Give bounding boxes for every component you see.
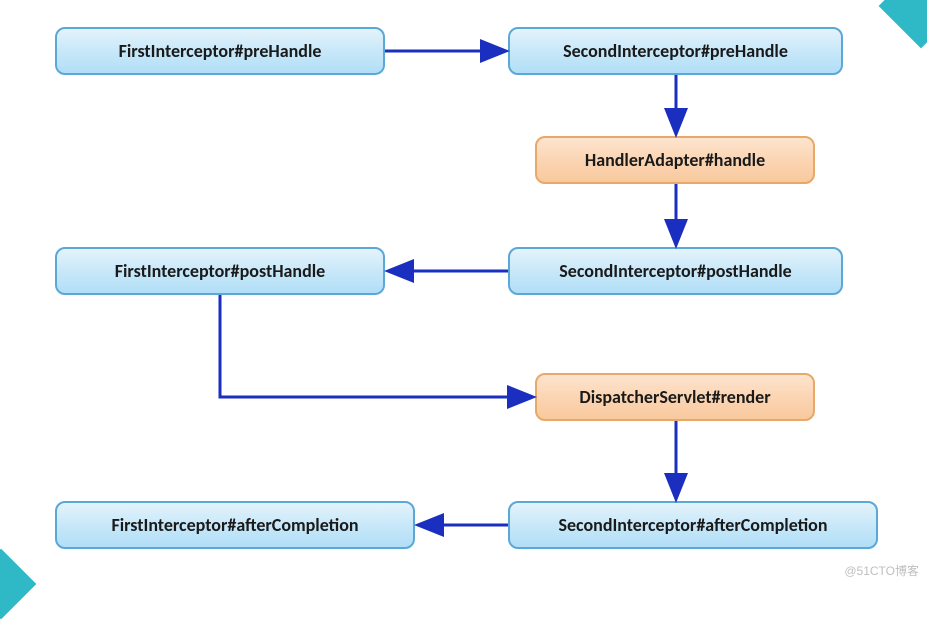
watermark: @51CTO博客 [844, 562, 919, 579]
node-label: DispatcherServlet#render [579, 386, 770, 408]
node-second-posthandle: SecondInterceptor#postHandle [508, 247, 843, 295]
node-label: FirstInterceptor#preHandle [119, 40, 322, 62]
arrow-firstpost-to-render [220, 295, 531, 397]
decorative-corner [879, 0, 927, 48]
node-label: SecondInterceptor#preHandle [563, 40, 788, 62]
node-label: HandlerAdapter#handle [585, 149, 765, 171]
node-dispatcher-render: DispatcherServlet#render [535, 373, 815, 421]
decorative-corner-bottom [0, 549, 36, 619]
node-first-posthandle: FirstInterceptor#postHandle [55, 247, 385, 295]
node-handler-adapter: HandlerAdapter#handle [535, 136, 815, 184]
node-label: SecondInterceptor#postHandle [559, 260, 791, 282]
node-second-aftercompletion: SecondInterceptor#afterCompletion [508, 501, 878, 549]
node-first-prehandle: FirstInterceptor#preHandle [55, 27, 385, 75]
node-label: FirstInterceptor#afterCompletion [111, 514, 358, 536]
node-label: SecondInterceptor#afterCompletion [558, 514, 827, 536]
node-label: FirstInterceptor#postHandle [115, 260, 325, 282]
node-first-aftercompletion: FirstInterceptor#afterCompletion [55, 501, 415, 549]
node-second-prehandle: SecondInterceptor#preHandle [508, 27, 843, 75]
